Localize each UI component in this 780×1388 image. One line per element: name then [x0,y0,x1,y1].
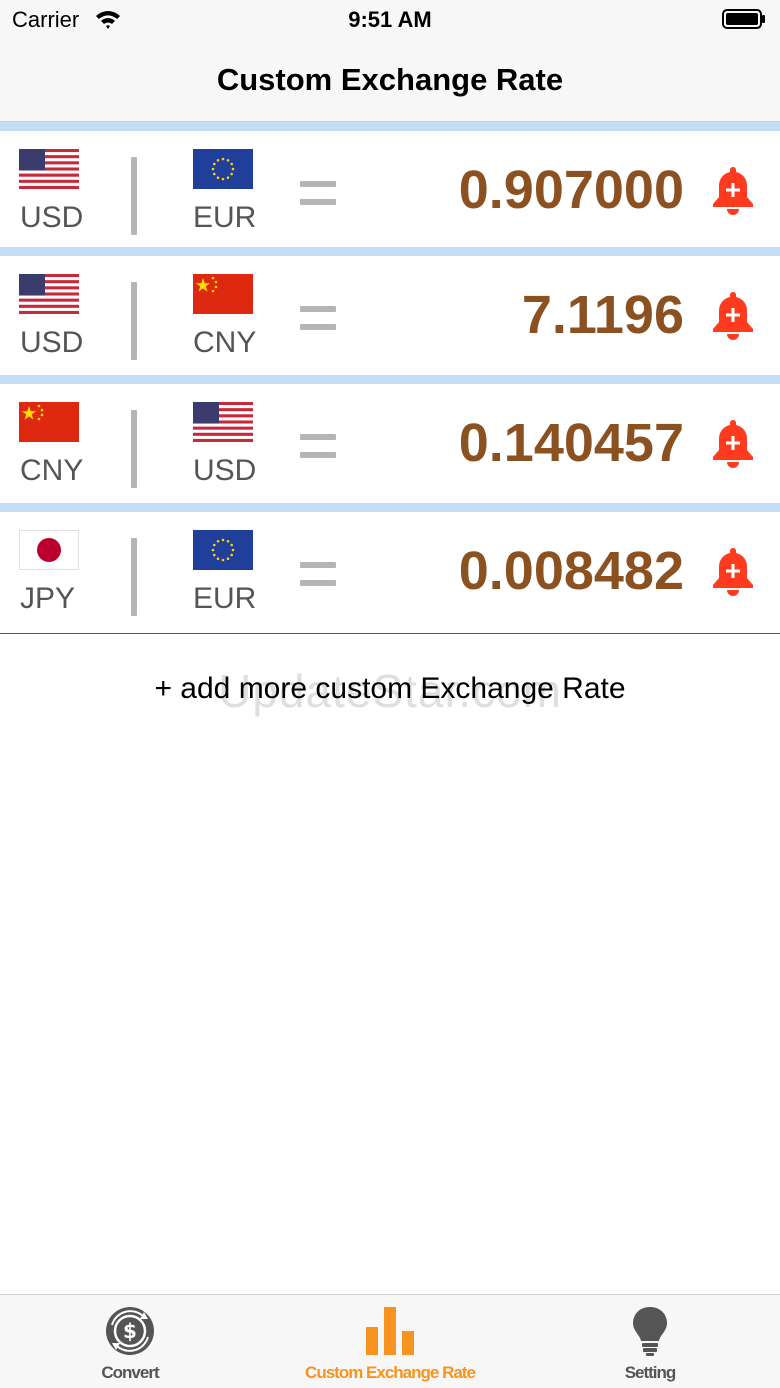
status-bar: Carrier 9:51 AM [0,0,780,40]
row-separator [0,503,780,512]
eu-flag-icon [193,149,253,189]
tab-convert[interactable]: $ Convert [0,1295,260,1388]
rate-value: 0.140457 [458,413,684,473]
rate-value: 0.907000 [458,160,684,220]
add-more-rate-button[interactable]: + add more custom Exchange Rate [0,672,780,706]
row-separator [0,247,780,256]
pair-divider [131,282,137,360]
to-currency-code: USD [193,454,257,487]
pair-divider [131,410,137,488]
tab-label: Convert [101,1363,159,1382]
rate-row[interactable]: USD EUR 0.907000 [0,131,780,247]
svg-text:$: $ [123,1319,137,1343]
add-alert-bell-icon[interactable] [710,546,756,596]
equals-sign [300,306,336,330]
bar-chart-icon [366,1307,414,1355]
cn-flag-icon [193,274,253,314]
pair-divider [131,157,137,235]
row-separator [0,122,780,131]
add-alert-bell-icon[interactable] [710,418,756,468]
to-currency-code: EUR [193,582,257,615]
equals-sign [300,434,336,458]
rate-value: 0.008482 [458,541,684,601]
equals-sign [300,562,336,586]
us-flag-icon [19,149,79,189]
tab-custom-exchange-rate[interactable]: Custom Exchange Rate [260,1295,520,1388]
tab-bar: $ Convert Custom Exchange Rate Setting [0,1294,780,1388]
equals-sign [300,181,336,205]
rate-row[interactable]: USD CNY 7.1196 [0,256,780,372]
tab-label: Custom Exchange Rate [305,1363,476,1382]
from-currency-code: USD [20,326,84,359]
rate-value: 7.1196 [521,285,684,345]
status-time: 9:51 AM [348,7,432,32]
page-title: Custom Exchange Rate [216,62,564,97]
to-currency-code: CNY [193,326,257,359]
tab-setting[interactable]: Setting [520,1295,780,1388]
tab-label: Setting [624,1363,677,1382]
add-alert-bell-icon[interactable] [710,165,756,215]
us-flag-icon [193,402,253,442]
lightbulb-icon [633,1307,667,1356]
eu-flag-icon [193,530,253,570]
cn-flag-icon [19,402,79,442]
rate-row[interactable]: JPY EUR 0.008482 [0,512,780,628]
us-flag-icon [19,274,79,314]
battery-icon [722,9,765,29]
jp-flag-icon [19,530,79,570]
list-bottom-divider [0,633,780,634]
row-separator [0,375,780,384]
currency-convert-icon: $ [106,1307,154,1355]
from-currency-code: JPY [20,582,76,615]
rate-row[interactable]: CNY USD 0.140457 [0,384,780,500]
navigation-bar: Custom Exchange Rate [0,40,780,122]
pair-divider [131,538,137,616]
to-currency-code: EUR [193,201,257,234]
from-currency-code: USD [20,201,84,234]
from-currency-code: CNY [20,454,84,487]
add-alert-bell-icon[interactable] [710,290,756,340]
